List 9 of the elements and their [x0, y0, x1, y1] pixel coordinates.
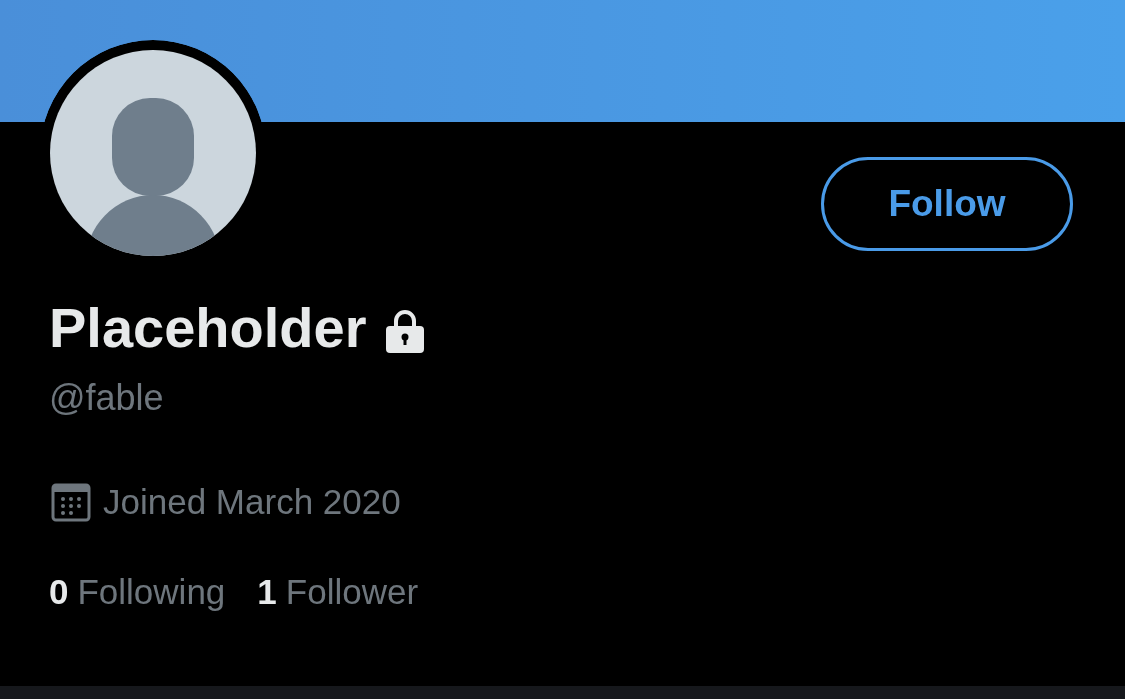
- join-date: Joined March 2020: [103, 481, 401, 524]
- stat-label[interactable]: Follower: [285, 571, 419, 614]
- stat-label[interactable]: Following: [77, 571, 226, 614]
- stat-count: 0: [49, 571, 69, 614]
- follow-button[interactable]: Follow: [821, 157, 1073, 251]
- calendar-icon: [51, 482, 91, 523]
- profile-name: Placeholder: [49, 295, 367, 361]
- stat-count: 1: [257, 571, 277, 614]
- profile-handle: @fable: [49, 377, 164, 419]
